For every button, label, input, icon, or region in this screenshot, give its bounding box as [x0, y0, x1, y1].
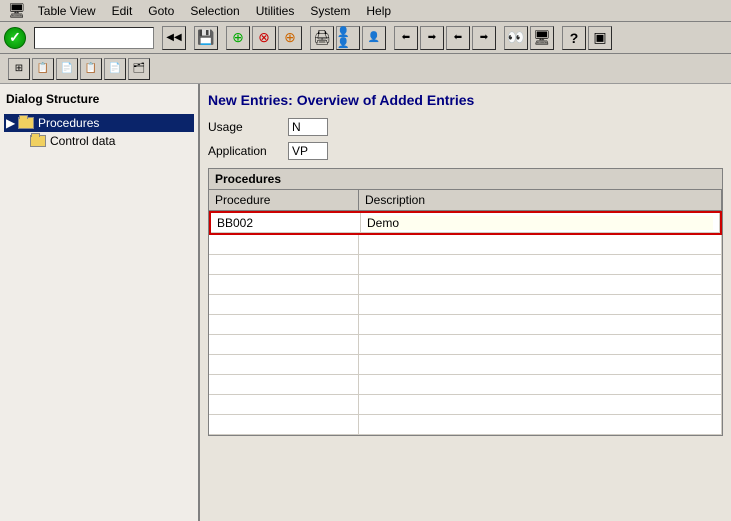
procedures-section-header: Procedures	[209, 169, 722, 190]
command-input[interactable]	[34, 27, 154, 49]
nav-prev-prev-button[interactable]: ◀◀	[162, 26, 186, 50]
tree-label-control-data: Control data	[50, 134, 115, 148]
arrow1-button[interactable]: ⬅	[394, 26, 418, 50]
application-value[interactable]: VP	[288, 142, 328, 160]
jump-button[interactable]: 👀	[504, 26, 528, 50]
left-panel: Dialog Structure ▶ Procedures Control da…	[0, 84, 200, 521]
procedure-input-1[interactable]	[217, 216, 354, 230]
table-row-1[interactable]	[211, 213, 720, 233]
empty-row-4	[209, 275, 722, 295]
active-row-border	[209, 211, 722, 235]
application-label: Application	[208, 144, 288, 158]
empty-row-6	[209, 315, 722, 335]
table-header: Procedure Description	[209, 190, 722, 211]
folder-icon-procedures	[18, 117, 34, 129]
status-ok-button[interactable]: ✓	[4, 27, 26, 49]
arrow4-button[interactable]: ➡	[472, 26, 496, 50]
print2-button[interactable]: 👤👤	[336, 26, 360, 50]
icon-5: 📄	[109, 63, 121, 74]
tree-label-procedures: Procedures	[38, 116, 99, 130]
empty-row-10	[209, 395, 722, 415]
arrow3-button[interactable]: ⬅	[446, 26, 470, 50]
tree-indent: ▶	[6, 116, 18, 130]
icon-2: 📋	[37, 63, 49, 74]
arrow2-button[interactable]: ➡	[420, 26, 444, 50]
usage-row: Usage N	[208, 118, 723, 136]
toolbar-top: ✓ ◀◀ 💾 ⊕ ⊗ ⊕ 🖨 👤👤 👤 ⬅ ➡ ⬅ ➡ 👀 🖥 ? ▣	[0, 22, 731, 54]
menu-sap-icon[interactable]: 🖥	[4, 0, 30, 21]
icon-4: 📋	[85, 63, 97, 74]
save-button[interactable]: 💾	[194, 26, 218, 50]
procedure-cell-1[interactable]	[211, 213, 361, 232]
sub-btn-3[interactable]: 📄	[56, 58, 78, 80]
empty-row-9	[209, 375, 722, 395]
print-button[interactable]: 🖨	[310, 26, 334, 50]
description-cell-1[interactable]	[361, 213, 720, 232]
help-button[interactable]: ?	[562, 26, 586, 50]
main-content: Dialog Structure ▶ Procedures Control da…	[0, 84, 731, 521]
col-header-procedure: Procedure	[209, 190, 359, 210]
menu-help[interactable]: Help	[358, 2, 399, 20]
page-title: New Entries: Overview of Added Entries	[208, 92, 723, 108]
sub-btn-1[interactable]: ⊞	[8, 58, 30, 80]
find-button[interactable]: ⊕	[226, 26, 250, 50]
find2-button[interactable]: ⊗	[252, 26, 276, 50]
empty-row-2	[209, 235, 722, 255]
menu-table-view[interactable]: Table View	[30, 2, 104, 20]
empty-row-11	[209, 415, 722, 435]
col-header-description: Description	[359, 190, 722, 210]
menu-goto[interactable]: Goto	[140, 2, 182, 20]
settings-button[interactable]: ▣	[588, 26, 612, 50]
tree-item-procedures[interactable]: ▶ Procedures	[4, 114, 194, 132]
empty-row-3	[209, 255, 722, 275]
usage-label: Usage	[208, 120, 288, 134]
sub-btn-5[interactable]: 📄	[104, 58, 126, 80]
append-row-icon: ⊞	[15, 63, 23, 74]
menu-edit[interactable]: Edit	[104, 2, 141, 20]
menu-system[interactable]: System	[302, 2, 358, 20]
tree-item-control-data[interactable]: Control data	[4, 132, 194, 150]
description-input-1[interactable]	[367, 216, 713, 230]
empty-row-8	[209, 355, 722, 375]
checkmark-icon: ✓	[9, 29, 21, 46]
procedures-table: Procedure Description	[209, 190, 722, 435]
menu-utilities[interactable]: Utilities	[248, 2, 303, 20]
dialog-structure-title: Dialog Structure	[4, 88, 194, 110]
sub-btn-2[interactable]: 📋	[32, 58, 54, 80]
menu-bar: 🖥 Table View Edit Goto Selection Utiliti…	[0, 0, 731, 22]
sub-btn-6[interactable]: 🗂	[128, 58, 150, 80]
sub-btn-4[interactable]: 📋	[80, 58, 102, 80]
usage-value[interactable]: N	[288, 118, 328, 136]
empty-row-7	[209, 335, 722, 355]
icon-3: 📄	[61, 63, 73, 74]
find3-button[interactable]: ⊕	[278, 26, 302, 50]
application-row: Application VP	[208, 142, 723, 160]
right-panel: New Entries: Overview of Added Entries U…	[200, 84, 731, 521]
print3-button[interactable]: 👤	[362, 26, 386, 50]
menu-selection[interactable]: Selection	[182, 2, 247, 20]
folder-icon-control-data	[30, 135, 46, 147]
toolbar-sub: ⊞ 📋 📄 📋 📄 🗂	[0, 54, 731, 84]
empty-row-5	[209, 295, 722, 315]
procedures-section: Procedures Procedure Description	[208, 168, 723, 436]
monitor-button[interactable]: 🖥	[530, 26, 554, 50]
icon-6: 🗂	[133, 63, 146, 74]
